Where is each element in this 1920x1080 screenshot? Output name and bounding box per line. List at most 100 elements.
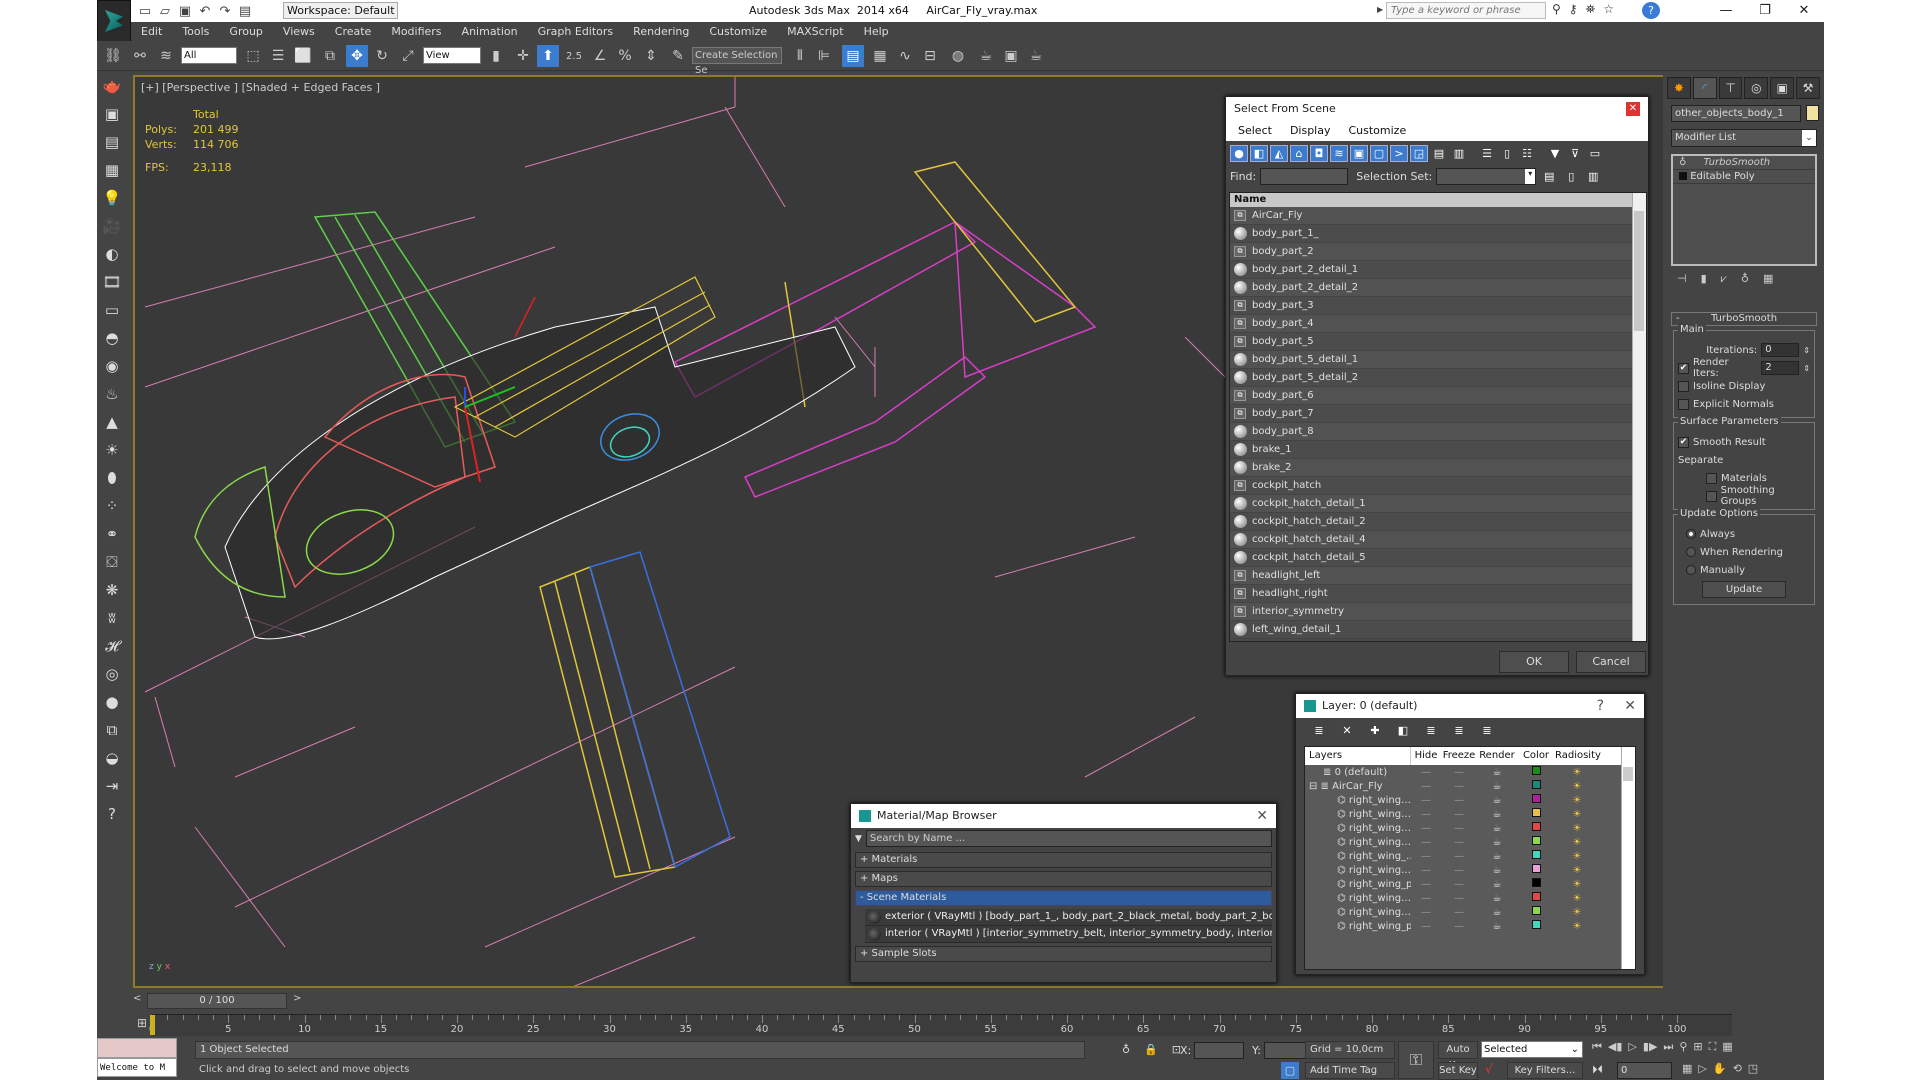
scene-object-row[interactable]: cockpit_hatch_detail_4 — [1230, 531, 1646, 549]
layer-row[interactable]: ⌬ right_wing…t_2——☕☀ — [1305, 793, 1635, 807]
select-invert-icon[interactable]: ▥ — [1584, 168, 1602, 185]
go-to-start-icon[interactable]: ⏮ — [1592, 1040, 1602, 1054]
scene-material-exterior[interactable]: exterior ( VRayMtl ) [body_part_1_, body… — [865, 909, 1272, 926]
open-file-icon[interactable]: ▱ — [157, 4, 173, 19]
grass-icon[interactable]: ʬ — [97, 604, 127, 632]
scene-explorer-icon[interactable]: ▦ — [869, 45, 891, 67]
object-list[interactable]: Name ⧉ AirCar_Fly body_part_1_ ⧉ body_part_2… — [1229, 192, 1647, 642]
close-icon[interactable]: ✕ — [1626, 102, 1640, 116]
section-materials[interactable]: + Materials — [855, 852, 1272, 868]
render-teapot-icon[interactable]: ☕ — [1477, 921, 1517, 932]
time-slider-prev-icon[interactable]: < — [133, 993, 141, 1004]
scene-object-row[interactable]: ⧉ body_part_4 — [1230, 315, 1646, 333]
freeze-toggle[interactable]: — — [1441, 907, 1477, 918]
filter-options-icon[interactable]: ⊽ — [1566, 145, 1584, 162]
frozen-filter-icon[interactable]: ▤ — [1430, 145, 1448, 162]
smooth-result-checkbox[interactable]: ✔ — [1678, 436, 1689, 448]
disc-light-icon[interactable]: ⬮ — [97, 464, 127, 492]
render-teapot-icon[interactable]: ☕ — [1477, 907, 1517, 918]
menu-tools[interactable]: Tools — [172, 25, 219, 38]
hide-toggle[interactable]: — — [1411, 809, 1441, 820]
column-hide[interactable]: Hide — [1411, 747, 1441, 765]
target-camera-icon[interactable]: ◐ — [97, 240, 127, 268]
display-none-icon[interactable]: ▯ — [1498, 145, 1516, 162]
delete-layer-icon[interactable]: ✕ — [1338, 722, 1356, 739]
scene-object-row[interactable]: body_part_8 — [1230, 423, 1646, 441]
pivot-center-icon[interactable]: ▮ — [485, 45, 507, 67]
make-unique-icon[interactable]: ⩗ — [1721, 272, 1727, 286]
sun-icon[interactable]: ☀ — [97, 436, 127, 464]
radiosity-icon[interactable]: ☀ — [1555, 795, 1599, 806]
show-end-result-icon[interactable]: ▮ — [1701, 272, 1707, 286]
radiosity-icon[interactable]: ☀ — [1555, 865, 1599, 876]
time-configuration-icon[interactable]: ▦ — [1682, 1062, 1692, 1075]
material-search-input[interactable]: Search by Name ... — [865, 830, 1272, 847]
select-none-icon[interactable]: ▯ — [1562, 168, 1580, 185]
edit-named-selection-icon[interactable]: ✎ — [667, 45, 689, 67]
render-setup-icon[interactable]: ☕ — [975, 45, 997, 67]
display-tab-icon[interactable]: ▣ — [1770, 77, 1795, 99]
menu-edit[interactable]: Edit — [131, 25, 172, 38]
menu-graph-editors[interactable]: Graph Editors — [528, 25, 624, 38]
close-button[interactable]: ✕ — [1784, 0, 1824, 22]
scene-object-row[interactable]: ⧉ AirCar_Fly — [1230, 207, 1646, 225]
cancel-button[interactable]: Cancel — [1576, 651, 1646, 673]
hide-toggle[interactable]: — — [1411, 879, 1441, 890]
hide-toggle[interactable]: — — [1411, 921, 1441, 932]
select-and-scale-icon[interactable]: ⤢ — [397, 45, 419, 67]
reference-coordinate-dropdown[interactable]: View — [423, 47, 481, 64]
menu-select[interactable]: Select — [1238, 121, 1272, 141]
menu-animation[interactable]: Animation — [452, 25, 528, 38]
scene-object-row[interactable]: ⧉ body_part_5 — [1230, 333, 1646, 351]
groups-filter-icon[interactable]: ▣ — [1350, 144, 1368, 162]
color-swatch[interactable] — [1517, 780, 1555, 792]
select-objects-in-layer-icon[interactable]: ◧ — [1394, 722, 1412, 739]
freeze-toggle[interactable]: — — [1441, 851, 1477, 862]
layer-list[interactable]: Layers Hide Freeze Render Color Radiosit… — [1304, 746, 1636, 970]
update-when-rendering-radio[interactable] — [1686, 547, 1696, 557]
scene-material-interior[interactable]: interior ( VRayMtl ) [interior_symmetry_… — [865, 926, 1272, 943]
zoom-extents-all-icon[interactable]: ⊞ — [1693, 1040, 1702, 1054]
cameras-filter-icon[interactable]: ⌂ — [1290, 144, 1308, 162]
hide-toggle[interactable]: — — [1411, 837, 1441, 848]
key-icon[interactable]: ⚷ — [1569, 2, 1578, 17]
highlight-selected-icon[interactable]: ≣ — [1422, 722, 1440, 739]
freeze-toggle[interactable]: — — [1441, 879, 1477, 890]
menu-create[interactable]: Create — [325, 25, 382, 38]
plane-light-icon[interactable]: ▭ — [97, 296, 127, 324]
helpers-filter-icon[interactable]: ◘ — [1310, 144, 1328, 162]
auto-key-button[interactable]: Auto Key — [1438, 1041, 1478, 1071]
molecule-icon[interactable]: ⚭ — [97, 520, 127, 548]
viewport-label[interactable]: [+] [Perspective ] [Shaded + Edged Faces… — [141, 81, 380, 94]
create-layer-icon[interactable]: ≣ — [1310, 722, 1328, 739]
camera-icon[interactable]: 🎥 — [97, 212, 127, 240]
freeze-toggle[interactable]: — — [1441, 823, 1477, 834]
scene-object-row[interactable]: body_part_5_detail_1 — [1230, 351, 1646, 369]
freeze-unfreeze-all-icon[interactable]: ≣ — [1478, 722, 1496, 739]
manipulate-icon[interactable]: ✛ — [512, 45, 534, 67]
modify-tab-icon[interactable]: ◜ — [1692, 77, 1717, 99]
layer-row[interactable]: ⌬ right_wing…_1_——☕☀ — [1305, 905, 1635, 919]
separate-materials-checkbox[interactable] — [1706, 472, 1717, 484]
x-input[interactable] — [1194, 1041, 1245, 1059]
hide-toggle[interactable]: — — [1411, 795, 1441, 806]
hide-toggle[interactable]: — — [1411, 767, 1441, 778]
selection-lock-icon[interactable]: 🔒 — [1144, 1043, 1158, 1056]
section-maps[interactable]: + Maps — [855, 871, 1272, 887]
cone-icon[interactable]: ▲ — [97, 408, 127, 436]
layer-manager-icon[interactable]: ▤ — [842, 45, 864, 67]
color-swatch[interactable] — [1517, 794, 1555, 806]
radiosity-icon[interactable]: ☀ — [1555, 823, 1599, 834]
freeze-toggle[interactable]: — — [1441, 893, 1477, 904]
zoom-extents-icon[interactable]: ⛶ — [1709, 1040, 1717, 1054]
app-logo-button[interactable] — [97, 0, 131, 42]
layer-row[interactable]: ⌬ right_wing…t_1——☕☀ — [1305, 891, 1635, 905]
layer-row[interactable]: ⌬ right_wing…_2_——☕☀ — [1305, 863, 1635, 877]
motion-tab-icon[interactable]: ◎ — [1744, 77, 1769, 99]
maxscript-listener[interactable]: Welcome to M — [97, 1038, 177, 1079]
color-swatch[interactable] — [1517, 864, 1555, 876]
help-icon[interactable]: ? — [1642, 2, 1660, 19]
color-swatch[interactable] — [1517, 808, 1555, 820]
render-teapot-icon[interactable]: ☕ — [1477, 879, 1517, 890]
layer-row[interactable]: ⌬ right_wing_part_——☕☀ — [1305, 919, 1635, 933]
